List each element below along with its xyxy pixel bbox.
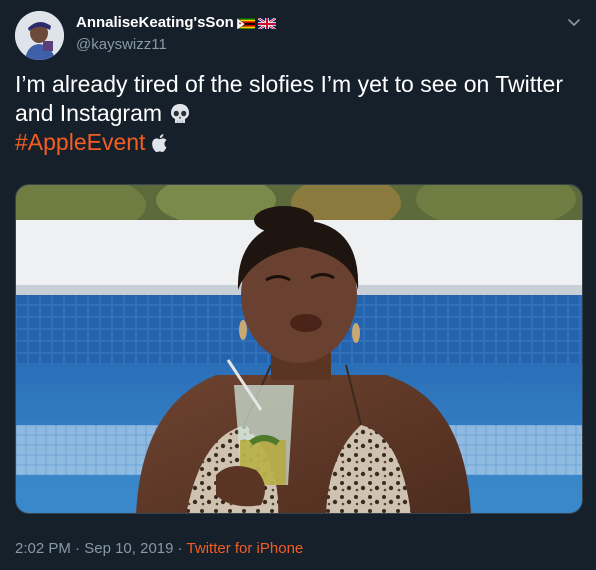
tweet-source-link[interactable]: Twitter for iPhone: [187, 540, 304, 557]
uk-flag-icon: [257, 16, 276, 29]
tweet-card: AnnaliseKeating'sSon @kayswizz11 I’m alr…: [0, 0, 596, 570]
skull-emoji-icon: [168, 102, 192, 126]
tweet-meta: 2:02 PM · Sep 10, 2019 · Twitter for iPh…: [15, 540, 303, 557]
tweet-text-line-1: I’m already tired of the slofies I’m yet…: [15, 70, 580, 99]
user-handle[interactable]: @kayswizz11: [76, 36, 167, 53]
tweet-text-line-3: #AppleEvent: [15, 128, 580, 157]
tweet-time[interactable]: 2:02 PM: [15, 540, 71, 557]
tweet-text-line-2: and Instagram: [15, 99, 580, 128]
hashtag-link[interactable]: #AppleEvent: [15, 128, 145, 157]
zimbabwe-flag-icon: [236, 17, 255, 29]
tweet-text-line-1-text: I’m already tired of the slofies I’m yet…: [15, 71, 563, 97]
display-name-text: AnnaliseKeating'sSon: [76, 14, 234, 31]
tweet-text: I’m already tired of the slofies I’m yet…: [15, 70, 580, 157]
display-name[interactable]: AnnaliseKeating'sSon: [76, 14, 276, 31]
tweet-date[interactable]: Sep 10, 2019: [84, 540, 173, 557]
tweet-image[interactable]: [15, 184, 583, 514]
avatar[interactable]: [15, 11, 64, 60]
meta-separator: ·: [70, 540, 85, 557]
meta-separator: ·: [173, 540, 187, 557]
tweet-photo: [16, 185, 582, 513]
apple-logo-icon: [148, 131, 172, 155]
tweet-text-line-2-text: and Instagram: [15, 100, 163, 126]
chevron-down-icon[interactable]: [566, 14, 582, 30]
